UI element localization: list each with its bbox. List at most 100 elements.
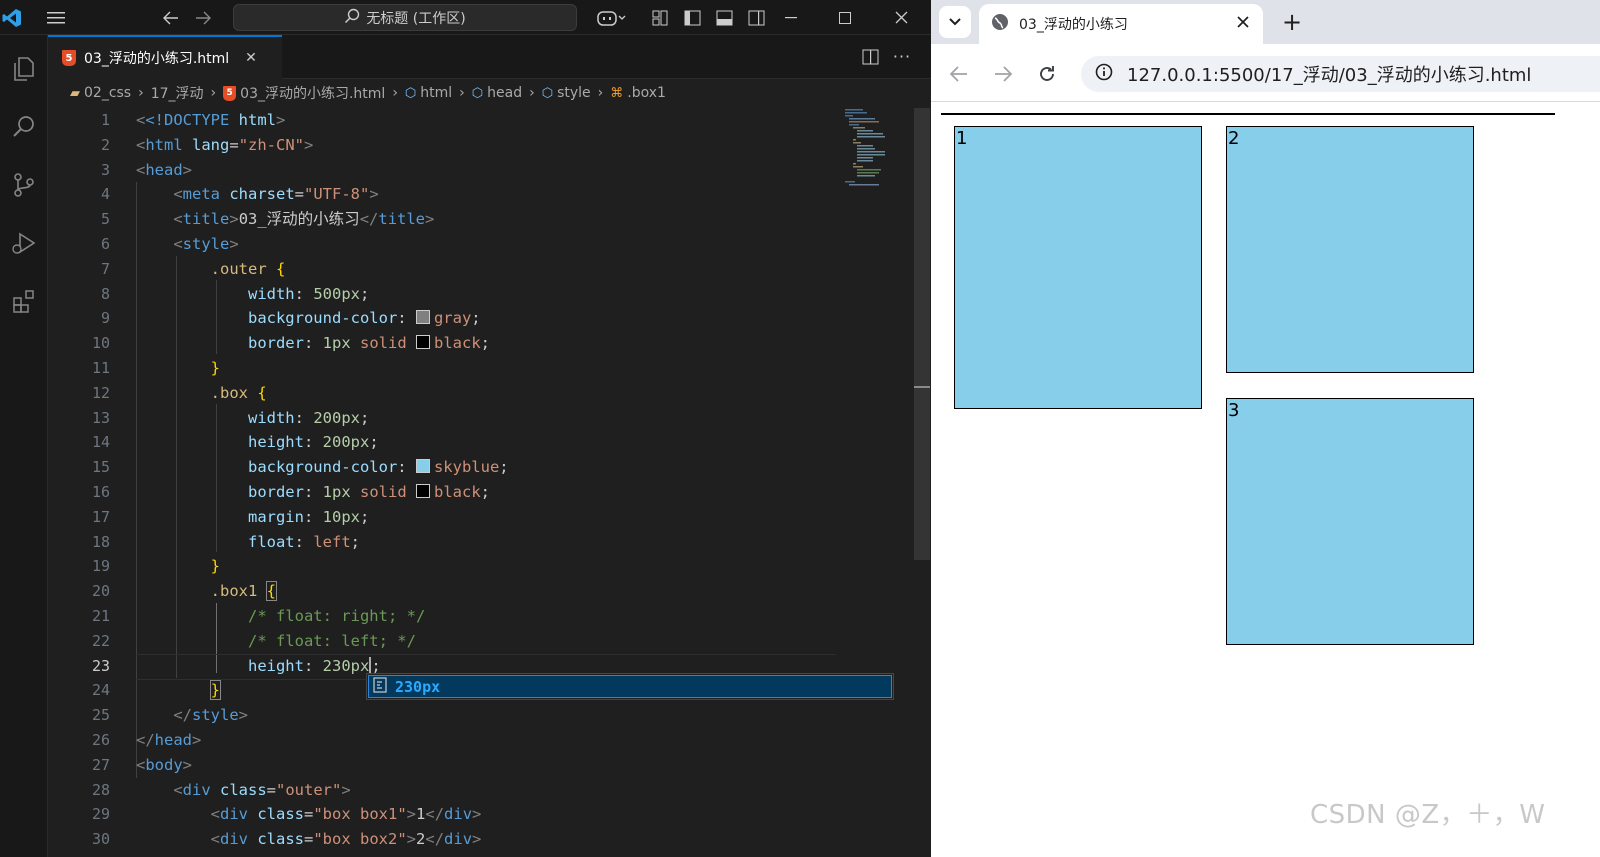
reload-button[interactable] bbox=[1029, 56, 1065, 92]
suggest-item[interactable]: 230px bbox=[368, 675, 892, 698]
breadcrumb-item[interactable]: 02_css bbox=[84, 85, 131, 101]
copilot-icon[interactable] bbox=[592, 0, 632, 35]
breadcrumb-item[interactable]: .box1 bbox=[627, 85, 666, 101]
line-number: 4 bbox=[100, 185, 110, 204]
line-number: 7 bbox=[100, 259, 110, 278]
line-number: 28 bbox=[91, 780, 110, 799]
globe-icon bbox=[991, 13, 1009, 35]
toggle-panel-icon[interactable] bbox=[710, 0, 738, 35]
forward-button[interactable] bbox=[985, 56, 1021, 92]
breadcrumb-item[interactable]: html bbox=[420, 85, 452, 101]
minimize-icon[interactable] bbox=[774, 0, 808, 35]
close-window-icon[interactable] bbox=[884, 0, 918, 35]
code-line: <meta charset="UTF-8"> bbox=[173, 185, 379, 204]
tab-search-button[interactable] bbox=[939, 6, 971, 38]
address-bar[interactable]: 127.0.0.1:5500/17_浮动/03_浮动的小练习.html bbox=[1081, 56, 1600, 92]
code-line: <div class="box box2">2</div> bbox=[210, 830, 482, 849]
line-number: 26 bbox=[91, 730, 110, 749]
url-text: 127.0.0.1:5500/17_浮动/03_浮动的小练习.html bbox=[1127, 65, 1532, 86]
cube-icon: ⬡ bbox=[471, 85, 484, 101]
browser-tab-strip: 03_浮动的小练习 + bbox=[931, 0, 1600, 44]
explorer-icon[interactable] bbox=[0, 45, 48, 93]
code-line: <head> bbox=[136, 160, 193, 179]
line-number: 15 bbox=[91, 458, 110, 477]
text-cursor bbox=[369, 656, 372, 675]
minimap[interactable] bbox=[843, 108, 913, 188]
breadcrumb-item[interactable]: style bbox=[557, 85, 591, 101]
folder-icon: ▰ bbox=[70, 85, 80, 101]
vscode-window: 无标题 (工作区) 5 03_浮动的小练习.html ✕ ··· ▰ 02_cs… bbox=[0, 0, 931, 857]
tab-03-html[interactable]: 5 03_浮动的小练习.html ✕ bbox=[48, 35, 282, 79]
editor-scrollbar[interactable] bbox=[914, 108, 931, 857]
color-swatch-skyblue[interactable] bbox=[415, 459, 430, 474]
code-line: margin: 10px; bbox=[247, 507, 370, 526]
line-number: 30 bbox=[91, 830, 110, 849]
back-arrow-icon[interactable] bbox=[157, 0, 185, 35]
command-center-label: 无标题 (工作区) bbox=[366, 10, 466, 27]
search-icon[interactable] bbox=[0, 103, 48, 151]
reload-icon bbox=[1040, 66, 1054, 81]
cube-icon: ⬡ bbox=[541, 85, 554, 101]
color-swatch-black[interactable] bbox=[416, 335, 430, 350]
line-number: 18 bbox=[91, 532, 110, 551]
scrollbar-thumb[interactable] bbox=[914, 108, 930, 560]
run-debug-icon[interactable] bbox=[0, 219, 48, 267]
line-number: 6 bbox=[100, 234, 110, 253]
close-tab-icon[interactable] bbox=[1237, 16, 1249, 32]
maximize-icon[interactable] bbox=[828, 0, 862, 35]
line-number: 1 bbox=[100, 111, 110, 129]
command-center[interactable]: 无标题 (工作区) bbox=[233, 4, 577, 31]
close-tab-icon[interactable]: ✕ bbox=[245, 50, 257, 66]
forward-arrow-icon[interactable] bbox=[189, 0, 217, 35]
forward-arrow-icon bbox=[995, 66, 1012, 82]
source-control-icon[interactable] bbox=[0, 161, 48, 209]
line-number: 12 bbox=[91, 383, 110, 402]
line-number: 14 bbox=[91, 433, 110, 452]
line-number: 9 bbox=[100, 309, 110, 328]
code-line: .box { bbox=[210, 383, 267, 402]
chevron-right-icon: › bbox=[459, 85, 465, 101]
line-number: 3 bbox=[100, 160, 110, 179]
back-button[interactable] bbox=[941, 56, 977, 92]
code-line: <style> bbox=[173, 234, 239, 253]
browser-toolbar: 127.0.0.1:5500/17_浮动/03_浮动的小练习.html bbox=[931, 44, 1600, 102]
code-line: .box1 { bbox=[210, 581, 278, 602]
vscode-logo-icon bbox=[0, 0, 24, 35]
browser-window: 03_浮动的小练习 + 127.0.0.1:5500/17_浮动/03_浮动的小… bbox=[931, 0, 1600, 857]
html5-file-icon: 5 bbox=[223, 85, 237, 101]
breadcrumb-item[interactable]: head bbox=[487, 85, 522, 101]
color-swatch-black[interactable] bbox=[416, 483, 430, 498]
page-viewport: 1 2 3 bbox=[931, 103, 1600, 857]
code-line: height: 200px; bbox=[247, 433, 379, 452]
line-number: 17 bbox=[91, 507, 110, 526]
cube-icon: ⬡ bbox=[404, 85, 417, 101]
line-number: 29 bbox=[91, 805, 110, 824]
chevron-right-icon: › bbox=[597, 85, 604, 101]
toggle-secondary-sidebar-icon[interactable] bbox=[742, 0, 770, 35]
extensions-icon[interactable] bbox=[0, 277, 48, 325]
code-lines: <<!DOCTYPE html> <html lang="zh-CN"> <he… bbox=[136, 108, 836, 852]
scroll-position-marker bbox=[914, 386, 930, 388]
split-editor-icon[interactable] bbox=[860, 39, 880, 74]
code-line: width: 500px; bbox=[247, 284, 370, 303]
code-editor[interactable]: 1 2 3 4 5 6 7 8 9 10 11 12 13 14 15 16 17 18 19 20 21 22 23 24 2… bbox=[48, 108, 931, 857]
browser-tab[interactable]: 03_浮动的小练习 bbox=[979, 4, 1263, 44]
breadcrumb-item[interactable]: 03_浮动的小练习.html bbox=[240, 83, 385, 103]
code-line: <div class="box box1">1</div> bbox=[210, 805, 482, 824]
toggle-primary-sidebar-icon[interactable] bbox=[678, 0, 706, 35]
menu-icon[interactable] bbox=[40, 0, 72, 35]
chevron-right-icon: › bbox=[529, 85, 535, 101]
more-actions-icon[interactable]: ··· bbox=[890, 39, 914, 74]
color-swatch-gray[interactable] bbox=[415, 310, 430, 325]
site-info-icon[interactable] bbox=[1095, 63, 1113, 86]
value-icon bbox=[373, 676, 387, 697]
new-tab-button[interactable]: + bbox=[1276, 6, 1308, 38]
customize-layout-icon[interactable] bbox=[646, 0, 674, 35]
line-number: 25 bbox=[91, 706, 110, 725]
code-line: <title>03_浮动的小练习</title> bbox=[173, 210, 435, 229]
line-number: 10 bbox=[91, 334, 110, 353]
code-line: } bbox=[210, 358, 220, 377]
breadcrumb-item[interactable]: 17_浮动 bbox=[151, 83, 204, 103]
search-icon bbox=[344, 8, 360, 28]
code-line: width: 200px; bbox=[247, 408, 370, 427]
